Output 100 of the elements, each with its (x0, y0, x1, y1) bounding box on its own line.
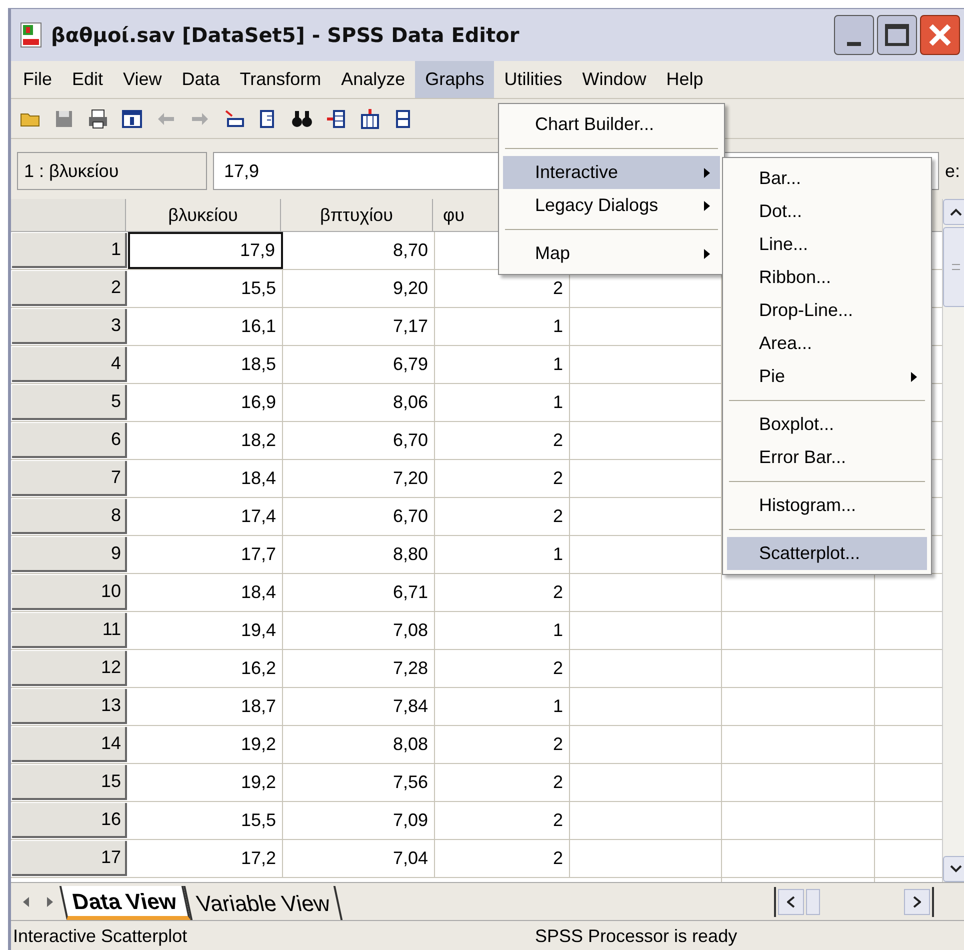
menu-item[interactable]: Map (503, 237, 720, 270)
table-cell: 2 (435, 840, 570, 877)
table-cell: 2 (435, 726, 570, 763)
row-header[interactable]: 12 (12, 651, 127, 686)
table-cell: 2 (435, 498, 570, 535)
table-cell: 18,5 (128, 346, 283, 383)
menu-item[interactable]: Window (572, 61, 656, 98)
row-header[interactable]: 8 (12, 499, 127, 534)
menu-item[interactable]: File (13, 61, 62, 98)
table-cell: 7,56 (283, 764, 435, 801)
minimize-button[interactable] (834, 15, 874, 55)
insert-variable-icon[interactable] (359, 108, 381, 130)
row-header[interactable]: 6 (12, 423, 127, 458)
menu-item[interactable]: Ribbon... (727, 261, 927, 294)
scroll-right-button[interactable] (904, 888, 930, 914)
table-cell: 8,08 (283, 726, 435, 763)
table-cell: 16,9 (128, 384, 283, 421)
menu-item-label: Ribbon... (759, 266, 832, 289)
table-cell: 2 (435, 650, 570, 687)
menu-item[interactable]: Dot... (727, 195, 927, 228)
table-cell: 15,5 (128, 270, 283, 307)
menu-item-label: Interactive (535, 161, 618, 184)
table-cell: 17,4 (128, 498, 283, 535)
row-header[interactable]: 5 (12, 385, 127, 420)
scroll-thumb[interactable] (943, 227, 964, 307)
table-cell: 7,28 (283, 650, 435, 687)
table-cell: 2 (435, 460, 570, 497)
maximize-button[interactable] (877, 15, 917, 55)
menu-item[interactable]: Graphs (415, 61, 494, 98)
row-header[interactable]: 4 (12, 347, 127, 382)
tab[interactable]: Data View (59, 886, 190, 920)
print-icon[interactable] (87, 108, 109, 130)
menu-item[interactable]: Transform (230, 61, 332, 98)
menu-item-label: Legacy Dialogs (535, 194, 658, 217)
menu-item[interactable]: Bar... (727, 162, 927, 195)
row-header[interactable]: 13 (12, 689, 127, 724)
column-header[interactable]: βλυκείου (126, 199, 281, 231)
table-cell: 8,06 (283, 384, 435, 421)
menu-item[interactable]: Line... (727, 228, 927, 261)
table-cell: 17,7 (128, 536, 283, 573)
menu-item[interactable]: Drop-Line... (727, 294, 927, 327)
menu-item[interactable]: Help (656, 61, 714, 98)
table-cell: 2 (435, 802, 570, 839)
menu-item-label: Error Bar... (759, 446, 846, 469)
row-header[interactable]: 15 (12, 765, 127, 800)
scroll-down-button[interactable] (943, 856, 964, 882)
menu-item[interactable]: Utilities (494, 61, 572, 98)
table-cell: 19,2 (128, 726, 283, 763)
menu-item[interactable]: Pie (727, 360, 927, 393)
menu-item-label: Area... (759, 332, 812, 355)
row-header[interactable]: 1 (12, 233, 127, 268)
close-button[interactable] (920, 15, 960, 55)
table-cell: 2 (435, 422, 570, 459)
minimize-icon (847, 42, 861, 46)
row-header[interactable]: 17 (12, 841, 127, 876)
row-header[interactable]: 3 (12, 309, 127, 344)
menu-item-label: Boxplot... (759, 413, 834, 436)
menu-item-label: Pie (759, 365, 786, 388)
menu-item[interactable]: Scatterplot... (727, 537, 927, 570)
scroll-up-button[interactable] (943, 199, 964, 225)
menu-item[interactable]: Edit (62, 61, 114, 98)
menu-item[interactable]: Area... (727, 327, 927, 360)
visible-label: e: (944, 160, 961, 182)
row-header[interactable]: 7 (12, 461, 127, 496)
table-cell: 6,79 (283, 346, 435, 383)
menu-item[interactable]: Chart Builder... (503, 108, 720, 141)
go-to-case-icon[interactable] (223, 108, 245, 130)
processor-status: SPSS Processor is ready (534, 925, 738, 948)
table-cell: 1 (435, 384, 570, 421)
grip-icon (952, 264, 960, 270)
menu-item-label: Map (535, 242, 570, 265)
scroll-left-button[interactable] (778, 888, 804, 914)
menu-item[interactable]: Legacy Dialogs (503, 189, 720, 222)
table-cell: 7,09 (283, 802, 435, 839)
menu-item[interactable]: Boxplot... (727, 408, 927, 441)
dialog-icon[interactable] (121, 108, 143, 130)
row-header[interactable]: 9 (12, 537, 127, 572)
row-header[interactable]: 11 (12, 613, 127, 648)
table-cell: 9,20 (283, 270, 435, 307)
left-triangle-icon (22, 896, 30, 908)
insert-cases-icon[interactable] (325, 108, 347, 130)
menu-item[interactable]: Interactive (503, 156, 720, 189)
row-header[interactable]: 2 (12, 271, 127, 306)
vertical-scrollbar[interactable] (942, 199, 964, 882)
column-header[interactable]: βπτυχίου (281, 199, 433, 231)
menu-item[interactable]: View (113, 61, 172, 98)
table-cell: 7,84 (283, 688, 435, 725)
menu-item[interactable]: Histogram... (727, 489, 927, 522)
menu-item[interactable]: Data (172, 61, 230, 98)
menu-item[interactable]: Error Bar... (727, 441, 927, 474)
table-cell: 7,17 (283, 308, 435, 345)
tab[interactable]: Variable View (182, 886, 343, 920)
row-header[interactable]: 10 (12, 575, 127, 610)
row-header[interactable]: 14 (12, 727, 127, 762)
horizontal-scrollbar[interactable] (774, 886, 934, 916)
menu-item[interactable]: Analyze (331, 61, 416, 98)
menu-item-label: Bar... (759, 167, 802, 190)
scroll-thumb[interactable] (806, 888, 820, 914)
row-header[interactable]: 16 (12, 803, 127, 838)
app-icon (19, 22, 43, 48)
